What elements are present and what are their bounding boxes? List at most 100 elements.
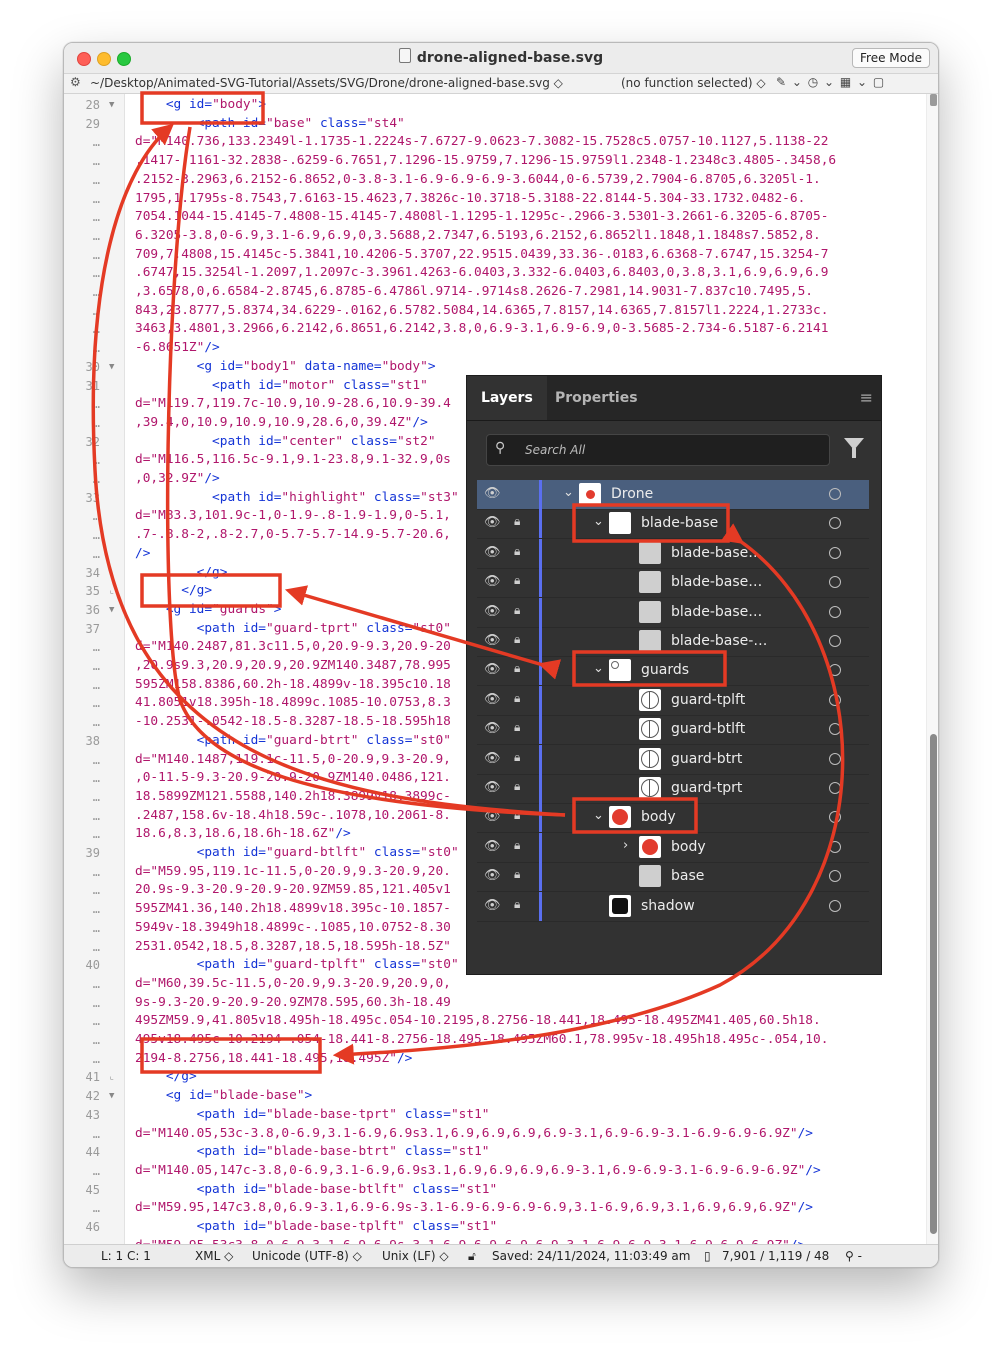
lock-icon[interactable]: 🔒︎ [514,573,520,588]
target-circle-icon[interactable] [829,546,841,559]
visibility-eye-icon[interactable]: 👁︎ [484,545,501,560]
layer-row[interactable]: 👁︎ 🔒︎ blade-base… [477,568,869,599]
code-line[interactable]: … .2152-3.2963,6.2152-6.8652,0-3.8-3.1-6.… [64,171,926,189]
expand-chevron-icon[interactable]: ⌄ [593,661,604,676]
code-line[interactable]: … 3463,3.4801,3.2966,6.2142,6.8651,6.2142… [64,320,926,338]
code-line[interactable]: … .6747,15.3254l-1.2097,1.2097c-3.3961.42… [64,264,926,282]
code-line[interactable]: 29 <path id="base" class="st4" [64,115,926,133]
code-line[interactable]: … ,3.6578,0,6.6584-2.8745,6.8785-6.4786l.… [64,283,926,301]
lock-icon[interactable]: 🔒︎ [514,750,520,765]
fold-toggle-icon[interactable]: ▼ [109,358,114,376]
expand-chevron-icon[interactable]: ⌄ [593,808,604,823]
target-circle-icon[interactable] [829,693,841,706]
target-circle-icon[interactable] [829,517,841,530]
layer-row[interactable]: 👁︎ 🔒︎ blade-base… [477,538,869,569]
layer-row[interactable]: 👁︎ ⌄ Drone [477,480,869,510]
cursor-position[interactable]: L: 1 C: 1 [101,1249,151,1263]
code-line[interactable]: … d="M60,39.5c-11.5,0-20.9,9.3-20.9,20.9,… [64,975,926,993]
code-line[interactable]: … 709,7.4808,15.4145c-5.3841,10.4206-5.37… [64,246,926,264]
fold-toggle-icon[interactable]: ▼ [109,1087,114,1105]
code-line[interactable]: … -6.8651Z"/> [64,339,926,357]
lock-icon[interactable]: 🔒︎ [514,632,520,647]
tab-properties[interactable]: Properties [541,376,652,420]
target-circle-icon[interactable] [829,811,841,824]
visibility-eye-icon[interactable]: 👁︎ [484,604,501,619]
toolbar-icons[interactable]: ✎ ⌄ ◷ ⌄ ▦ ⌄ ▢ [776,75,885,89]
lock-icon[interactable]: 🔒︎ [514,897,520,912]
code-line[interactable]: 43 <path id="blade-base-tprt" class="st1… [64,1106,926,1124]
target-circle-icon[interactable] [829,899,841,912]
layer-row[interactable]: 👁︎ 🔒︎ ⌄ guards [477,656,869,687]
syntax-menu[interactable]: XML ◇ [195,1249,233,1263]
function-menu[interactable]: (no function selected) ◇ [621,76,766,90]
target-circle-icon[interactable] [829,840,841,853]
search-icon[interactable]: ⚲ - [845,1249,862,1263]
line-endings-menu[interactable]: Unix (LF) ◇ [382,1249,449,1263]
code-line[interactable]: 30 ▼ <g id="body1" data-name="body"> [64,358,926,376]
lock-icon[interactable]: 🔒︎ [514,603,520,618]
lock-icon[interactable]: 🔓︎ [468,1249,476,1264]
free-mode-button[interactable]: Free Mode [852,48,930,68]
target-circle-icon[interactable] [829,664,841,677]
fold-toggle-icon[interactable]: ⌞ [109,564,114,582]
layer-row[interactable]: 👁︎ 🔒︎ ⌄ blade-base [477,509,869,540]
lock-icon[interactable]: 🔒︎ [514,808,520,823]
code-line[interactable]: 42 ▼ <g id="blade-base"> [64,1087,926,1105]
fold-toggle-icon[interactable]: ▼ [109,601,114,619]
code-line[interactable]: 46 <path id="blade-base-tplft" class="st… [64,1218,926,1236]
visibility-eye-icon[interactable]: 👁︎ [484,692,501,707]
code-line[interactable]: … 1795,1.1795s-8.7543,7.6163-15.4623,7.38… [64,190,926,208]
target-circle-icon[interactable] [829,635,841,647]
code-line[interactable]: … 2194-8.2756,18.441-18.495,18.495Z"/> [64,1050,926,1068]
expand-chevron-icon[interactable]: › [623,838,628,853]
layer-row[interactable]: 👁︎ 🔒︎ › body [477,832,869,863]
code-line[interactable]: … 9s-9.3-20.9-20.9-20.9ZM78.595,60.3h-18.… [64,994,926,1012]
code-line[interactable]: 45 <path id="blade-base-btlft" class="st… [64,1181,926,1199]
layer-row[interactable]: 👁︎ 🔒︎ guard-btrt [477,744,869,775]
visibility-eye-icon[interactable]: 👁︎ [484,780,501,795]
target-circle-icon[interactable] [829,870,841,883]
code-line[interactable]: … d="M140.05,53c-3.8,0-6.9,3.1-6.9,6.9s3.… [64,1125,926,1143]
code-line[interactable]: … 6.3205-3.8,0-6.9,3.1-6.9,6.9,0,3.5688,2… [64,227,926,245]
visibility-eye-icon[interactable]: 👁︎ [484,574,501,589]
lock-icon[interactable]: 🔒︎ [514,661,520,676]
code-line[interactable]: … 7054.1044-15.4145-7.4808-15.4145-7.4808… [64,208,926,226]
target-circle-icon[interactable] [829,752,841,765]
file-path-menu[interactable]: ~/Desktop/Animated-SVG-Tutorial/Assets/S… [90,76,563,90]
layer-row[interactable]: 👁︎ 🔒︎ shadow [477,891,869,922]
code-line[interactable]: … d="M140.05,147c-3.8,0-6.9,3.1-6.9,6.9s3… [64,1162,926,1180]
visibility-eye-icon[interactable]: 👁︎ [484,839,501,854]
code-line[interactable]: 28 ▼ <g id="body"> [64,96,926,114]
layer-row[interactable]: 👁︎ 🔒︎ blade-base… [477,597,869,628]
visibility-eye-icon[interactable]: 👁︎ [484,751,501,766]
layers-search-input[interactable]: ⚲ Search All [486,434,830,466]
encoding-menu[interactable]: Unicode (UTF-8) ◇ [252,1249,362,1263]
lock-icon[interactable]: 🔒︎ [514,867,520,882]
fold-toggle-icon[interactable]: ▼ [109,96,114,114]
layer-row[interactable]: 👁︎ 🔒︎ base [477,862,869,893]
lock-icon[interactable]: 🔒︎ [514,720,520,735]
code-line[interactable]: … .1417-.1161-32.2838-.6259-6.7651,7.1296… [64,152,926,170]
visibility-eye-icon[interactable]: 👁︎ [484,721,501,736]
document-stats[interactable]: 7,901 / 1,119 / 48 [722,1249,829,1263]
fold-toggle-icon[interactable]: ⌞ [109,1068,114,1086]
lock-icon[interactable]: 🔒︎ [514,544,520,559]
tab-layers[interactable]: Layers [467,376,547,420]
target-circle-icon[interactable] [829,782,841,794]
code-line[interactable]: … 495v18.495c-10.2194-.054-18.441-8.2756-… [64,1031,926,1049]
code-line[interactable]: 44 <path id="blade-base-btrt" class="st1… [64,1143,926,1161]
visibility-eye-icon[interactable]: 👁︎ [484,515,501,530]
target-circle-icon[interactable] [829,605,841,618]
visibility-eye-icon[interactable]: 👁︎ [484,868,501,883]
code-line[interactable]: … d="M59.95,147c3.8,0,6.9-3.1,6.9-6.9s-3.… [64,1199,926,1217]
lock-icon[interactable]: 🔒︎ [514,838,520,853]
visibility-eye-icon[interactable]: 👁︎ [484,898,501,913]
lock-icon[interactable]: 🔒︎ [514,514,520,529]
visibility-eye-icon[interactable]: 👁︎ [484,486,501,501]
code-line[interactable]: … d="M140.736,133.2349l-1.1735-1.2224s-7.… [64,133,926,151]
layer-row[interactable]: 👁︎ 🔒︎ guard-tprt [477,774,869,804]
expand-chevron-icon[interactable]: ⌄ [563,485,574,500]
layer-row[interactable]: 👁︎ 🔒︎ guard-tplft [477,685,869,716]
panel-menu-icon[interactable]: ≡ [860,388,873,407]
vertical-scrollbar[interactable] [926,94,938,1244]
